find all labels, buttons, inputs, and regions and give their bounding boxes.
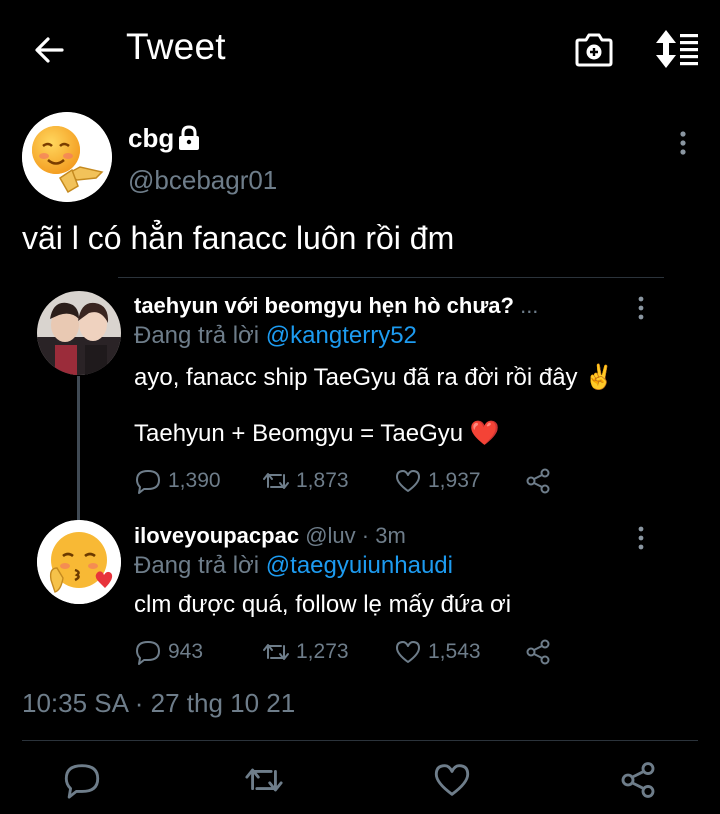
heart-icon [396, 470, 420, 492]
reply-author-name-text: iloveyoupacpac [134, 523, 300, 548]
retweet-button[interactable]: 1,273 [262, 635, 349, 669]
replying-to-link[interactable]: @taegyuiunhaudi [266, 552, 453, 579]
sort-icon[interactable] [652, 28, 700, 70]
like-count: 1,543 [428, 640, 481, 663]
replying-to: Đang trả lời @taegyuiunhaudi [134, 552, 453, 580]
reply-button[interactable]: 1,390 [134, 464, 221, 498]
reply-icon[interactable] [62, 760, 102, 800]
share-button[interactable] [524, 635, 552, 669]
thread-connector-line [77, 376, 80, 520]
reply-avatar[interactable] [37, 291, 121, 375]
more-options-icon[interactable] [630, 524, 652, 552]
divider [22, 740, 698, 741]
reply-avatar[interactable] [37, 520, 121, 604]
smiling-face-emoji-icon [22, 112, 112, 202]
profile-photo-icon [37, 291, 121, 375]
replying-to-link[interactable]: @kangterry52 [266, 322, 417, 349]
share-icon[interactable] [618, 760, 658, 800]
tweet-timestamp: 10:35 SA · 27 thg 10 21 [22, 688, 296, 718]
more-options-icon[interactable] [630, 294, 652, 322]
reply-count: 1,390 [168, 469, 221, 492]
like-button[interactable]: 1,543 [394, 635, 481, 669]
heart-icon[interactable] [432, 760, 472, 800]
heart-icon [396, 641, 420, 663]
reply-text-line: Taehyun + Beomgyu = TaeGyu ❤️ [134, 420, 500, 447]
share-icon [526, 639, 550, 665]
reply-actions: 943 1,273 1,543 [134, 635, 564, 669]
top-bar: Tweet [0, 0, 720, 96]
like-button[interactable]: 1,937 [394, 464, 481, 498]
back-arrow-icon[interactable] [28, 28, 72, 72]
reply-text-line: clm được quá, follow lẹ mấy đứa ơi [134, 591, 512, 618]
reply-author-name[interactable]: iloveyoupacpac @luv · 3m [134, 523, 406, 549]
share-icon [526, 468, 550, 494]
like-count: 1,937 [428, 469, 481, 492]
reply-meta: @luv · 3m [305, 523, 406, 548]
retweet-count: 1,273 [296, 640, 349, 663]
retweet-icon [263, 473, 289, 489]
name-truncation: ... [520, 293, 539, 318]
reply-author-name-text: taehyun với beomgyu hẹn hò chưa? [134, 293, 514, 318]
camera-icon[interactable] [573, 30, 615, 70]
retweet-count: 1,873 [296, 469, 349, 492]
author-avatar[interactable] [22, 112, 112, 202]
retweet-icon [263, 644, 289, 660]
reply-actions: 1,390 1,873 1,937 [134, 464, 564, 498]
share-button[interactable] [524, 464, 552, 498]
reply-icon [136, 641, 160, 665]
reply-button[interactable]: 943 [134, 635, 203, 669]
replying-to: Đang trả lời @kangterry52 [134, 322, 417, 350]
author-handle[interactable]: @bcebagr01 [128, 165, 277, 196]
tweet-text: vãi l có hẳn fanacc luôn rồi đm [22, 220, 455, 256]
reply-author-name[interactable]: taehyun với beomgyu hẹn hò chưa? ... [134, 293, 538, 319]
author-name[interactable]: cbg [128, 123, 174, 154]
reply-icon [136, 470, 160, 494]
replying-to-label: Đang trả lời [134, 552, 266, 579]
reply-text-line: ayo, fanacc ship TaeGyu đã ra đời rồi đâ… [134, 364, 615, 391]
tweet-actions [0, 760, 720, 804]
more-options-icon[interactable] [670, 128, 696, 158]
retweet-button[interactable]: 1,873 [262, 464, 349, 498]
retweet-icon[interactable] [244, 760, 284, 800]
reply-count: 943 [168, 640, 204, 663]
divider [118, 277, 664, 278]
kissing-face-emoji-icon [37, 520, 121, 604]
lock-icon [179, 125, 199, 150]
replying-to-label: Đang trả lời [134, 322, 266, 349]
page-title: Tweet [126, 26, 226, 67]
